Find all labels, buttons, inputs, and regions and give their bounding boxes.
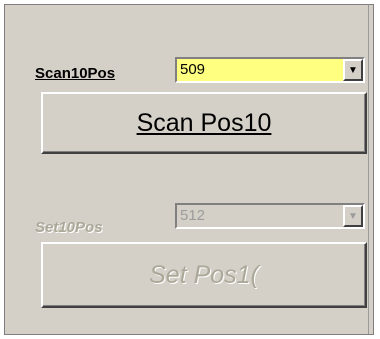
- chevron-down-icon: ▼: [343, 205, 363, 227]
- set-pos-value: 512: [180, 207, 206, 224]
- control-panel: Scan10Pos 509 ▼ Scan Pos10 Set10Pos 512 …: [4, 4, 374, 335]
- panel-divider: [368, 5, 369, 334]
- scan-pos-dropdown[interactable]: 509 ▼: [175, 57, 365, 83]
- scan-pos-label: Scan10Pos: [35, 65, 116, 82]
- set-pos-label: Set10Pos: [35, 219, 103, 236]
- set-pos-dropdown: 512 ▼: [175, 203, 365, 229]
- scan-pos-button[interactable]: Scan Pos10: [41, 92, 367, 154]
- scan-pos-button-label: Scan Pos10: [136, 108, 272, 137]
- set-pos-button-label: Set Pos1(: [149, 260, 259, 289]
- chevron-down-icon[interactable]: ▼: [343, 59, 363, 81]
- set-pos-button: Set Pos1(: [41, 242, 367, 308]
- scan-pos-value: 509: [180, 61, 206, 78]
